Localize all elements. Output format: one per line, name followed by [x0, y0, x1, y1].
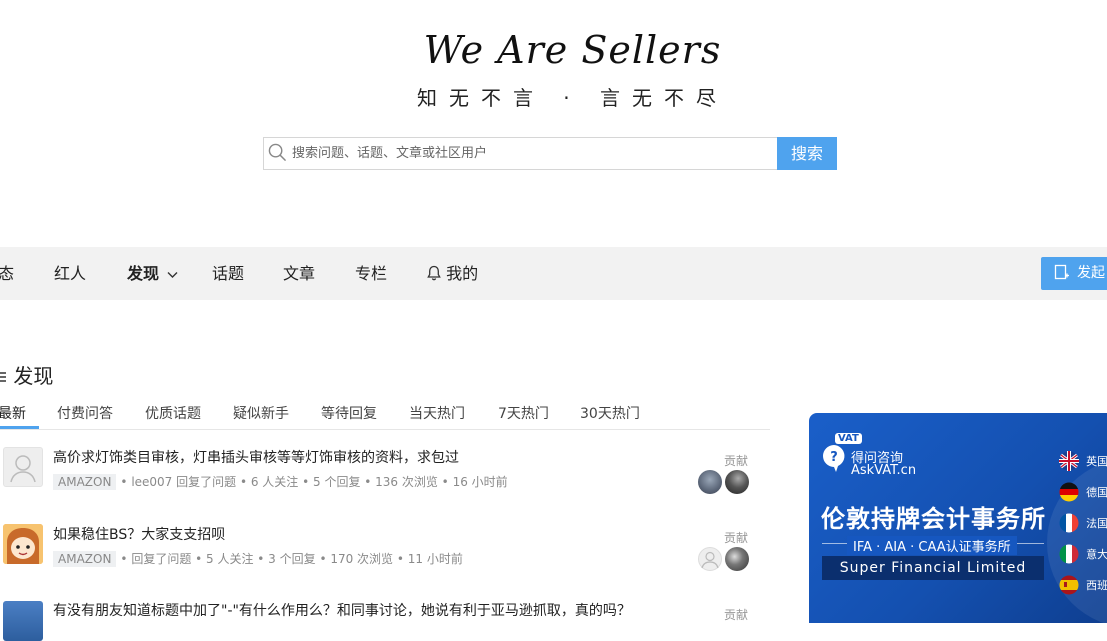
ad-company: Super Financial Limited — [822, 556, 1044, 580]
tab-latest[interactable]: 最新 — [0, 403, 26, 423]
tab-today-hot[interactable]: 当天热门 — [409, 403, 465, 423]
contributors-label: 贡献 — [724, 531, 749, 545]
ad-subline: IFA · AIA · CAA认证事务所 — [847, 536, 1017, 555]
country-label: 英国 — [1086, 455, 1107, 468]
contributor-avatar[interactable] — [725, 547, 749, 571]
contributors-label: 贡献 — [724, 454, 749, 468]
nav-item-mine-label: 我的 — [446, 264, 479, 283]
spain-flag-icon — [1059, 575, 1079, 594]
country-item: 意大 — [1059, 543, 1107, 564]
contributor-avatar[interactable] — [725, 470, 749, 494]
chat-bubble-icon: ? — [823, 445, 845, 472]
avatar[interactable] — [3, 524, 43, 564]
country-label: 德国 — [1086, 486, 1107, 499]
question-stats: • 回复了问题 • 5 人关注 • 3 个回复 • 170 次浏览 • 11 小… — [120, 552, 463, 566]
svg-text:?: ? — [830, 450, 838, 465]
ad-brand-en: AskVAT.cn — [851, 463, 917, 478]
country-item: 德国 — [1059, 481, 1107, 502]
section-title: 发现 — [0, 360, 53, 389]
germany-flag-icon — [1059, 482, 1079, 501]
tab-waiting-reply[interactable]: 等待回复 — [321, 403, 377, 423]
country-item: 西班 — [1059, 574, 1107, 595]
publish-button[interactable]: 发起 — [1041, 257, 1107, 290]
question-meta: AMAZON • 回复了问题 • 5 人关注 • 3 个回复 • 170 次浏览 … — [53, 550, 463, 567]
topic-tag[interactable]: AMAZON — [53, 551, 117, 567]
bell-icon — [427, 265, 441, 281]
avatar[interactable] — [3, 601, 43, 641]
section-title-text: 发现 — [13, 364, 54, 388]
country-label: 西班 — [1086, 579, 1107, 592]
tab-newbies[interactable]: 疑似新手 — [233, 403, 289, 423]
question-stats: • lee007 回复了问题 • 6 人关注 • 5 个回复 • 136 次浏览… — [120, 475, 508, 489]
avatar[interactable] — [3, 447, 43, 487]
tab-paid-qa[interactable]: 付费问答 — [57, 403, 113, 423]
question-meta: AMAZON • lee007 回复了问题 • 6 人关注 • 5 个回复 • 1… — [53, 473, 508, 490]
nav-item-discover[interactable]: 发现 — [127, 247, 178, 300]
tab-quality-topics[interactable]: 优质话题 — [145, 403, 201, 423]
nav-item-discover-label: 发现 — [127, 264, 160, 283]
nav-item-mine[interactable]: 我的 — [427, 247, 478, 300]
contributor-avatar[interactable] — [698, 470, 722, 494]
tabs-divider — [0, 429, 770, 430]
ad-badge: VAT — [835, 433, 862, 444]
france-flag-icon — [1059, 513, 1079, 532]
publish-icon — [1054, 264, 1069, 280]
nav-item-topics[interactable]: 话题 — [212, 247, 244, 300]
active-tab-indicator — [0, 426, 39, 429]
site-slogan: 知无不言 · 言无不尽 — [416, 86, 729, 110]
question-title[interactable]: 有没有朋友知道标题中加了"-"有什么作用么？和同事讨论，她说有利于亚马逊抓取，真… — [53, 600, 631, 620]
cartoon-avatar-icon — [3, 524, 43, 564]
country-item: 法国 — [1059, 512, 1107, 533]
ad-banner[interactable]: ? VAT 得问咨询 AskVAT.cn 伦敦持牌会计事务所 IFA · AIA… — [809, 413, 1107, 623]
search-button[interactable]: 搜索 — [777, 137, 837, 170]
country-label: 意大 — [1086, 548, 1107, 561]
default-user-icon — [701, 551, 719, 569]
search-input[interactable] — [292, 138, 762, 169]
site-logo[interactable]: We Are Sellers — [0, 28, 1107, 72]
nav-item-influencers[interactable]: 红人 — [54, 247, 86, 300]
tab-30day-hot[interactable]: 30天热门 — [580, 403, 640, 423]
default-user-icon — [10, 455, 36, 483]
italy-flag-icon — [1059, 544, 1079, 563]
list-icon — [0, 372, 6, 382]
publish-label: 发起 — [1077, 265, 1105, 281]
nav-item-columns[interactable]: 专栏 — [355, 247, 387, 300]
chevron-down-icon — [167, 271, 178, 278]
search-icon — [268, 143, 286, 161]
contributor-avatar[interactable] — [698, 547, 722, 571]
ad-headline: 伦敦持牌会计事务所 — [821, 505, 1046, 533]
nav-item-articles[interactable]: 文章 — [283, 247, 315, 300]
country-label: 法国 — [1086, 517, 1107, 530]
question-title[interactable]: 如果稳住BS？大家支支招呗 — [53, 524, 225, 544]
tab-7day-hot[interactable]: 7天热门 — [498, 403, 549, 423]
question-title[interactable]: 高价求灯饰类目审核，灯串插头审核等等灯饰审核的资料，求包过 — [53, 447, 459, 467]
topic-tag[interactable]: AMAZON — [53, 474, 117, 490]
nav-item-dynamic[interactable]: 态 — [0, 247, 14, 300]
uk-flag-icon — [1059, 450, 1079, 471]
country-item: 英国 — [1059, 450, 1107, 471]
